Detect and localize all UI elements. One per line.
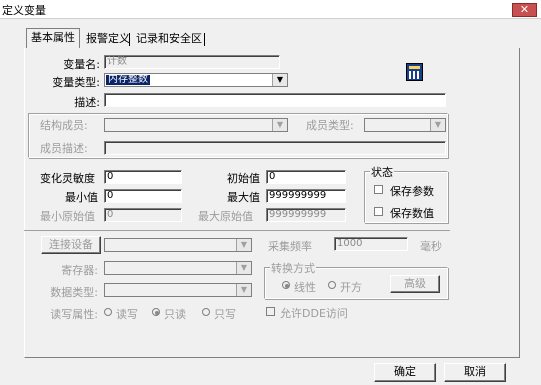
convert-sqrt-label: 开方 (340, 281, 362, 294)
sample-rate-field[interactable]: 1000 (334, 237, 408, 251)
min-raw-field[interactable]: 0 (104, 208, 182, 222)
tab-divider (204, 33, 205, 46)
chevron-down-icon[interactable]: ▼ (236, 284, 251, 296)
max-value-label: 最大值 (227, 191, 260, 204)
calculator-icon[interactable] (406, 63, 423, 81)
variable-type-value: 内存整数 (106, 74, 150, 85)
member-description-label: 成员描述: (40, 142, 88, 155)
max-value-field[interactable]: 999999999 (266, 189, 346, 203)
variable-type-label: 变量类型: (52, 76, 100, 89)
title-bar (0, 0, 541, 18)
connect-device-button[interactable]: 连接设备 (41, 236, 101, 254)
cancel-button[interactable]: 取消 (444, 363, 506, 382)
save-value-label: 保存数值 (390, 207, 434, 220)
sensitivity-field[interactable]: 0 (104, 170, 182, 184)
description-label: 描述: (74, 96, 100, 109)
rw-readwrite-label: 读写 (116, 308, 138, 321)
description-field[interactable] (104, 93, 446, 107)
data-type-label: 数据类型: (50, 286, 98, 299)
tab-basic-properties[interactable]: 基本属性 (26, 28, 80, 49)
min-raw-label: 最小原始值 (40, 210, 95, 223)
sample-unit-label: 毫秒 (420, 240, 442, 253)
register-label: 寄存器: (61, 264, 98, 277)
sample-rate-label: 采集频率 (268, 240, 312, 253)
chevron-down-icon[interactable]: ▼ (236, 262, 251, 274)
member-type-label: 成员类型: (306, 119, 354, 132)
member-type-select[interactable]: ▼ (364, 118, 446, 132)
convert-method-title: 转换方式 (270, 260, 316, 276)
variable-name-label: 变量名: (63, 58, 100, 71)
allow-dde-label: 允许DDE访问 (280, 307, 348, 320)
min-value-field[interactable]: 0 (104, 189, 182, 203)
convert-linear-label: 线性 (294, 281, 316, 294)
window-title: 定义变量 (2, 4, 46, 17)
rw-writeonly-radio[interactable] (202, 308, 210, 316)
status-group-title: 状态 (370, 164, 394, 180)
save-value-checkbox[interactable] (374, 207, 383, 216)
rw-readonly-radio[interactable] (152, 308, 160, 316)
tab-record-security[interactable]: 记录和安全区 (132, 30, 206, 48)
convert-linear-radio[interactable] (282, 281, 290, 289)
variable-name-field[interactable]: 计数 (104, 55, 280, 69)
save-params-checkbox[interactable] (374, 185, 383, 194)
ok-button[interactable]: 确定 (374, 363, 436, 382)
tab-divider (129, 33, 130, 46)
chevron-down-icon[interactable]: ▼ (272, 119, 287, 131)
data-type-select[interactable]: ▼ (104, 283, 252, 297)
section-divider (24, 230, 450, 231)
register-select[interactable]: ▼ (104, 261, 252, 275)
max-raw-label: 最大原始值 (198, 210, 253, 223)
rw-readonly-label: 只读 (164, 308, 186, 321)
chevron-down-icon[interactable]: ▼ (236, 239, 251, 251)
initial-value-field[interactable]: 0 (266, 170, 346, 184)
initial-value-label: 初始值 (227, 172, 260, 185)
save-params-label: 保存参数 (390, 185, 434, 198)
rw-readwrite-radio[interactable] (104, 308, 112, 316)
max-raw-field[interactable]: 999999999 (266, 208, 346, 222)
tab-alarm-definition[interactable]: 报警定义 (82, 30, 134, 48)
advanced-button[interactable]: 高级 (390, 275, 440, 293)
struct-member-select[interactable]: ▼ (104, 118, 288, 132)
sensitivity-label: 变化灵敏度 (40, 172, 95, 185)
member-description-field[interactable] (104, 141, 446, 155)
chevron-down-icon[interactable]: ▼ (272, 74, 287, 86)
rw-writeonly-label: 只写 (214, 308, 236, 321)
struct-member-label: 结构成员: (40, 119, 88, 132)
close-button[interactable]: ✕ (512, 3, 537, 17)
allow-dde-checkbox[interactable] (266, 307, 275, 316)
min-value-label: 最小值 (65, 191, 98, 204)
device-select[interactable]: ▼ (104, 238, 252, 252)
chevron-down-icon[interactable]: ▼ (430, 119, 445, 131)
rw-attribute-label: 读写属性: (50, 308, 98, 321)
variable-type-select[interactable]: 内存整数 ▼ (104, 73, 288, 87)
convert-sqrt-radio[interactable] (328, 281, 336, 289)
